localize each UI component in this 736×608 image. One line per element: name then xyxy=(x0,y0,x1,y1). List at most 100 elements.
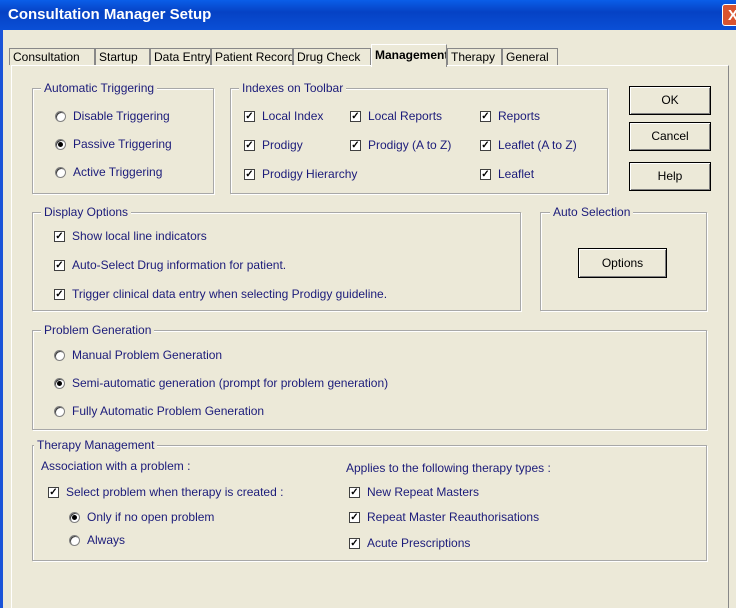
check-leaflet-a-to-z[interactable]: ✓ Leaflet (A to Z) xyxy=(480,138,577,152)
close-button[interactable]: X xyxy=(722,4,736,26)
tab-label: Drug Check xyxy=(297,50,361,64)
radio-active-triggering[interactable]: Active Triggering xyxy=(55,165,162,179)
tab-label: Therapy xyxy=(451,50,496,64)
tab-label: Startup xyxy=(99,50,138,64)
option-label: Prodigy Hierarchy xyxy=(262,167,358,181)
radio-fully-automatic-problem-generation[interactable]: Fully Automatic Problem Generation xyxy=(54,404,264,418)
checkbox-icon: ✓ xyxy=(480,110,491,122)
checkbox-icon: ✓ xyxy=(480,139,491,151)
option-label: Trigger clinical data entry when selecti… xyxy=(72,287,388,301)
checkbox-icon: ✓ xyxy=(54,288,65,300)
option-label: Disable Triggering xyxy=(73,109,170,123)
option-label: Select problem when therapy is created : xyxy=(66,485,284,499)
option-label: Fully Automatic Problem Generation xyxy=(72,404,265,418)
tab-label: Data Entry xyxy=(154,50,211,64)
group-title: Auto Selection xyxy=(550,205,634,219)
option-label: Local Reports xyxy=(368,109,443,123)
option-label: New Repeat Masters xyxy=(367,485,480,499)
checkbox-icon: ✓ xyxy=(349,511,360,523)
tab-label: Consultation xyxy=(13,50,80,64)
checkbox-icon: ✓ xyxy=(244,139,255,151)
option-label: Only if no open problem xyxy=(87,510,215,524)
title-bar: Consultation Manager Setup X xyxy=(0,0,736,30)
check-prodigy-hierarchy[interactable]: ✓ Prodigy Hierarchy xyxy=(244,167,357,181)
option-label: Leaflet (A to Z) xyxy=(498,138,577,152)
option-label: Local Index xyxy=(262,109,324,123)
tab-label: General xyxy=(506,50,549,64)
option-label: Leaflet xyxy=(498,167,535,181)
option-label: Prodigy xyxy=(262,138,303,152)
check-acute-prescriptions[interactable]: ✓ Acute Prescriptions xyxy=(349,536,470,550)
check-auto-select-drug-info[interactable]: ✓ Auto-Select Drug information for patien… xyxy=(54,258,286,272)
checkbox-icon: ✓ xyxy=(349,537,360,549)
radio-semi-automatic-generation[interactable]: Semi-automatic generation (prompt for pr… xyxy=(54,376,388,390)
group-title: Automatic Triggering xyxy=(41,81,158,95)
tab-consultation[interactable]: Consultation xyxy=(9,48,95,65)
tab-data-entry[interactable]: Data Entry xyxy=(150,48,211,65)
help-button[interactable]: Help xyxy=(629,162,711,191)
tab-label: Patient Record xyxy=(215,50,293,64)
check-select-problem-when-therapy-created[interactable]: ✓ Select problem when therapy is created … xyxy=(48,485,283,499)
problem-generation-group: Problem Generation Manual Problem Genera… xyxy=(32,323,707,430)
radio-icon xyxy=(54,405,65,417)
tab-therapy[interactable]: Therapy xyxy=(447,48,502,65)
close-icon: X xyxy=(727,7,736,24)
radio-icon xyxy=(54,377,65,389)
radio-icon xyxy=(55,138,66,150)
tab-management[interactable]: Management xyxy=(371,44,447,67)
checkbox-icon: ✓ xyxy=(54,230,65,242)
association-label: Association with a problem : xyxy=(41,459,191,473)
radio-passive-triggering[interactable]: Passive Triggering xyxy=(55,137,172,151)
group-title: Therapy Management xyxy=(34,438,158,452)
checkbox-icon: ✓ xyxy=(244,168,255,180)
ok-button[interactable]: OK xyxy=(629,86,711,115)
window-border xyxy=(0,30,3,608)
check-local-index[interactable]: ✓ Local Index xyxy=(244,109,323,123)
options-button[interactable]: Options xyxy=(578,248,667,278)
display-options-group: Display Options ✓ Show local line indicat… xyxy=(32,205,521,311)
cancel-button[interactable]: Cancel xyxy=(629,122,711,151)
tab-general[interactable]: General xyxy=(502,48,558,65)
tab-drug-check[interactable]: Drug Check xyxy=(293,48,371,65)
radio-manual-problem-generation[interactable]: Manual Problem Generation xyxy=(54,348,222,362)
checkbox-icon: ✓ xyxy=(349,486,360,498)
window-title: Consultation Manager Setup xyxy=(8,6,212,23)
check-prodigy-a-to-z[interactable]: ✓ Prodigy (A to Z) xyxy=(350,138,451,152)
check-local-reports[interactable]: ✓ Local Reports xyxy=(350,109,442,123)
option-label: Reports xyxy=(498,109,541,123)
radio-only-if-no-open-problem[interactable]: Only if no open problem xyxy=(69,510,214,524)
checkbox-icon: ✓ xyxy=(350,139,361,151)
check-trigger-clinical-data-entry[interactable]: ✓ Trigger clinical data entry when select… xyxy=(54,287,387,301)
radio-icon xyxy=(69,511,80,523)
option-label: Semi-automatic generation (prompt for pr… xyxy=(72,376,389,390)
check-show-local-line-indicators[interactable]: ✓ Show local line indicators xyxy=(54,229,207,243)
tab-patient-record[interactable]: Patient Record xyxy=(211,48,293,65)
checkbox-icon: ✓ xyxy=(350,110,361,122)
radio-icon xyxy=(55,110,66,122)
check-repeat-master-reauthorisations[interactable]: ✓ Repeat Master Reauthorisations xyxy=(349,510,539,524)
option-label: Always xyxy=(87,533,126,547)
option-label: Passive Triggering xyxy=(73,137,172,151)
check-prodigy[interactable]: ✓ Prodigy xyxy=(244,138,303,152)
option-label: Auto-Select Drug information for patient… xyxy=(72,258,287,272)
therapy-management-group: Therapy Management Association with a pr… xyxy=(32,438,707,561)
indexes-group: Indexes on Toolbar ✓ Local Index ✓ Local R… xyxy=(230,81,608,194)
tab-label: Management xyxy=(375,48,447,62)
option-label: Manual Problem Generation xyxy=(72,348,223,362)
check-new-repeat-masters[interactable]: ✓ New Repeat Masters xyxy=(349,485,479,499)
checkbox-icon: ✓ xyxy=(480,168,491,180)
group-title: Display Options xyxy=(41,205,132,219)
check-reports[interactable]: ✓ Reports xyxy=(480,109,540,123)
check-leaflet[interactable]: ✓ Leaflet xyxy=(480,167,534,181)
group-title: Indexes on Toolbar xyxy=(239,81,347,95)
radio-icon xyxy=(69,534,80,546)
option-label: Acute Prescriptions xyxy=(367,536,471,550)
radio-always[interactable]: Always xyxy=(69,533,125,547)
checkbox-icon: ✓ xyxy=(54,259,65,271)
group-title: Problem Generation xyxy=(41,323,155,337)
option-label: Prodigy (A to Z) xyxy=(368,138,452,152)
checkbox-icon: ✓ xyxy=(244,110,255,122)
radio-disable-triggering[interactable]: Disable Triggering xyxy=(55,109,170,123)
radio-icon xyxy=(54,349,65,361)
tab-startup[interactable]: Startup xyxy=(95,48,150,65)
